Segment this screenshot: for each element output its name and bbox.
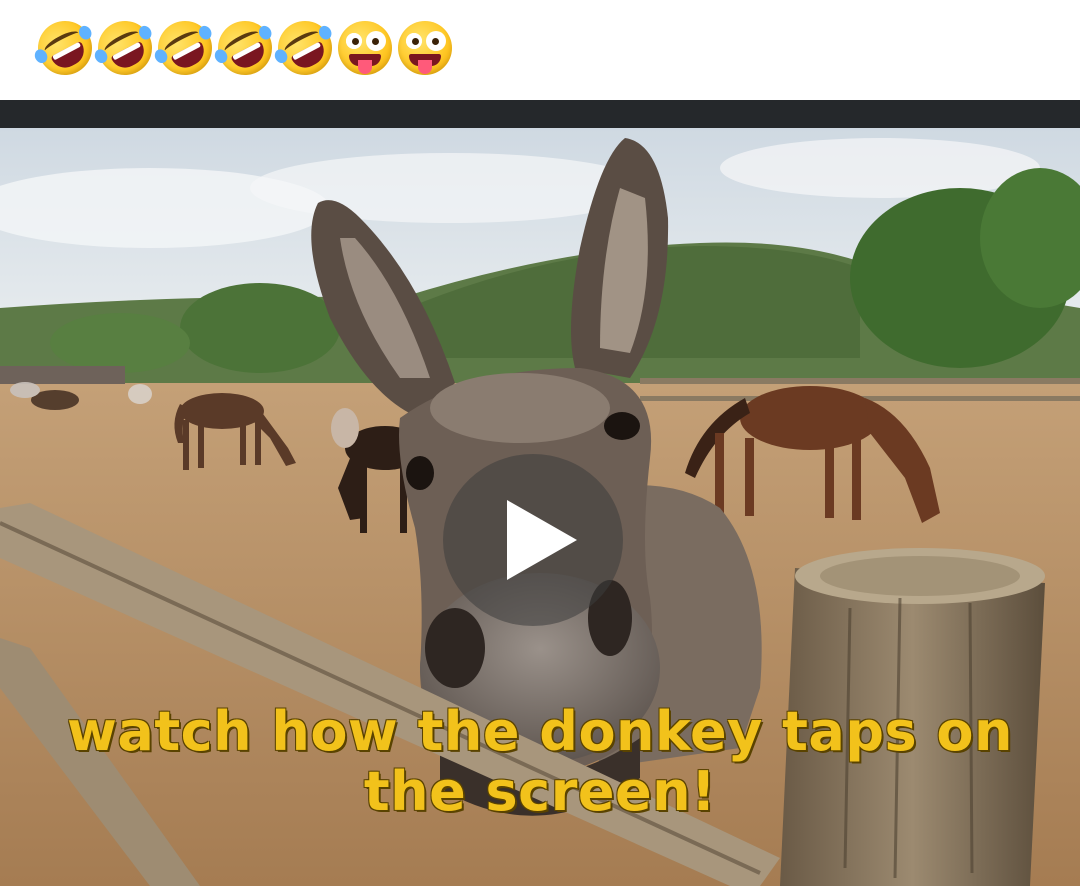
zany-face-icon [398,21,452,75]
zany-face-icon [338,21,392,75]
rolling-on-the-floor-laughing-icon [148,11,222,85]
post-header [0,0,1080,100]
rolling-on-the-floor-laughing-icon [88,11,162,85]
video-top-bar [0,100,1080,128]
rolling-on-the-floor-laughing-icon [268,11,342,85]
rolling-on-the-floor-laughing-icon [208,11,282,85]
play-button[interactable] [443,454,623,626]
caption-line-2: the screen! [363,760,717,823]
rolling-on-the-floor-laughing-icon [28,11,102,85]
emoji-row [28,11,452,85]
video-caption: watch how the donkey taps on the screen! [0,702,1080,822]
caption-line-1: watch how the donkey taps on [67,700,1013,763]
play-icon [507,500,577,580]
video-player[interactable]: watch how the donkey taps on the screen! [0,128,1080,886]
